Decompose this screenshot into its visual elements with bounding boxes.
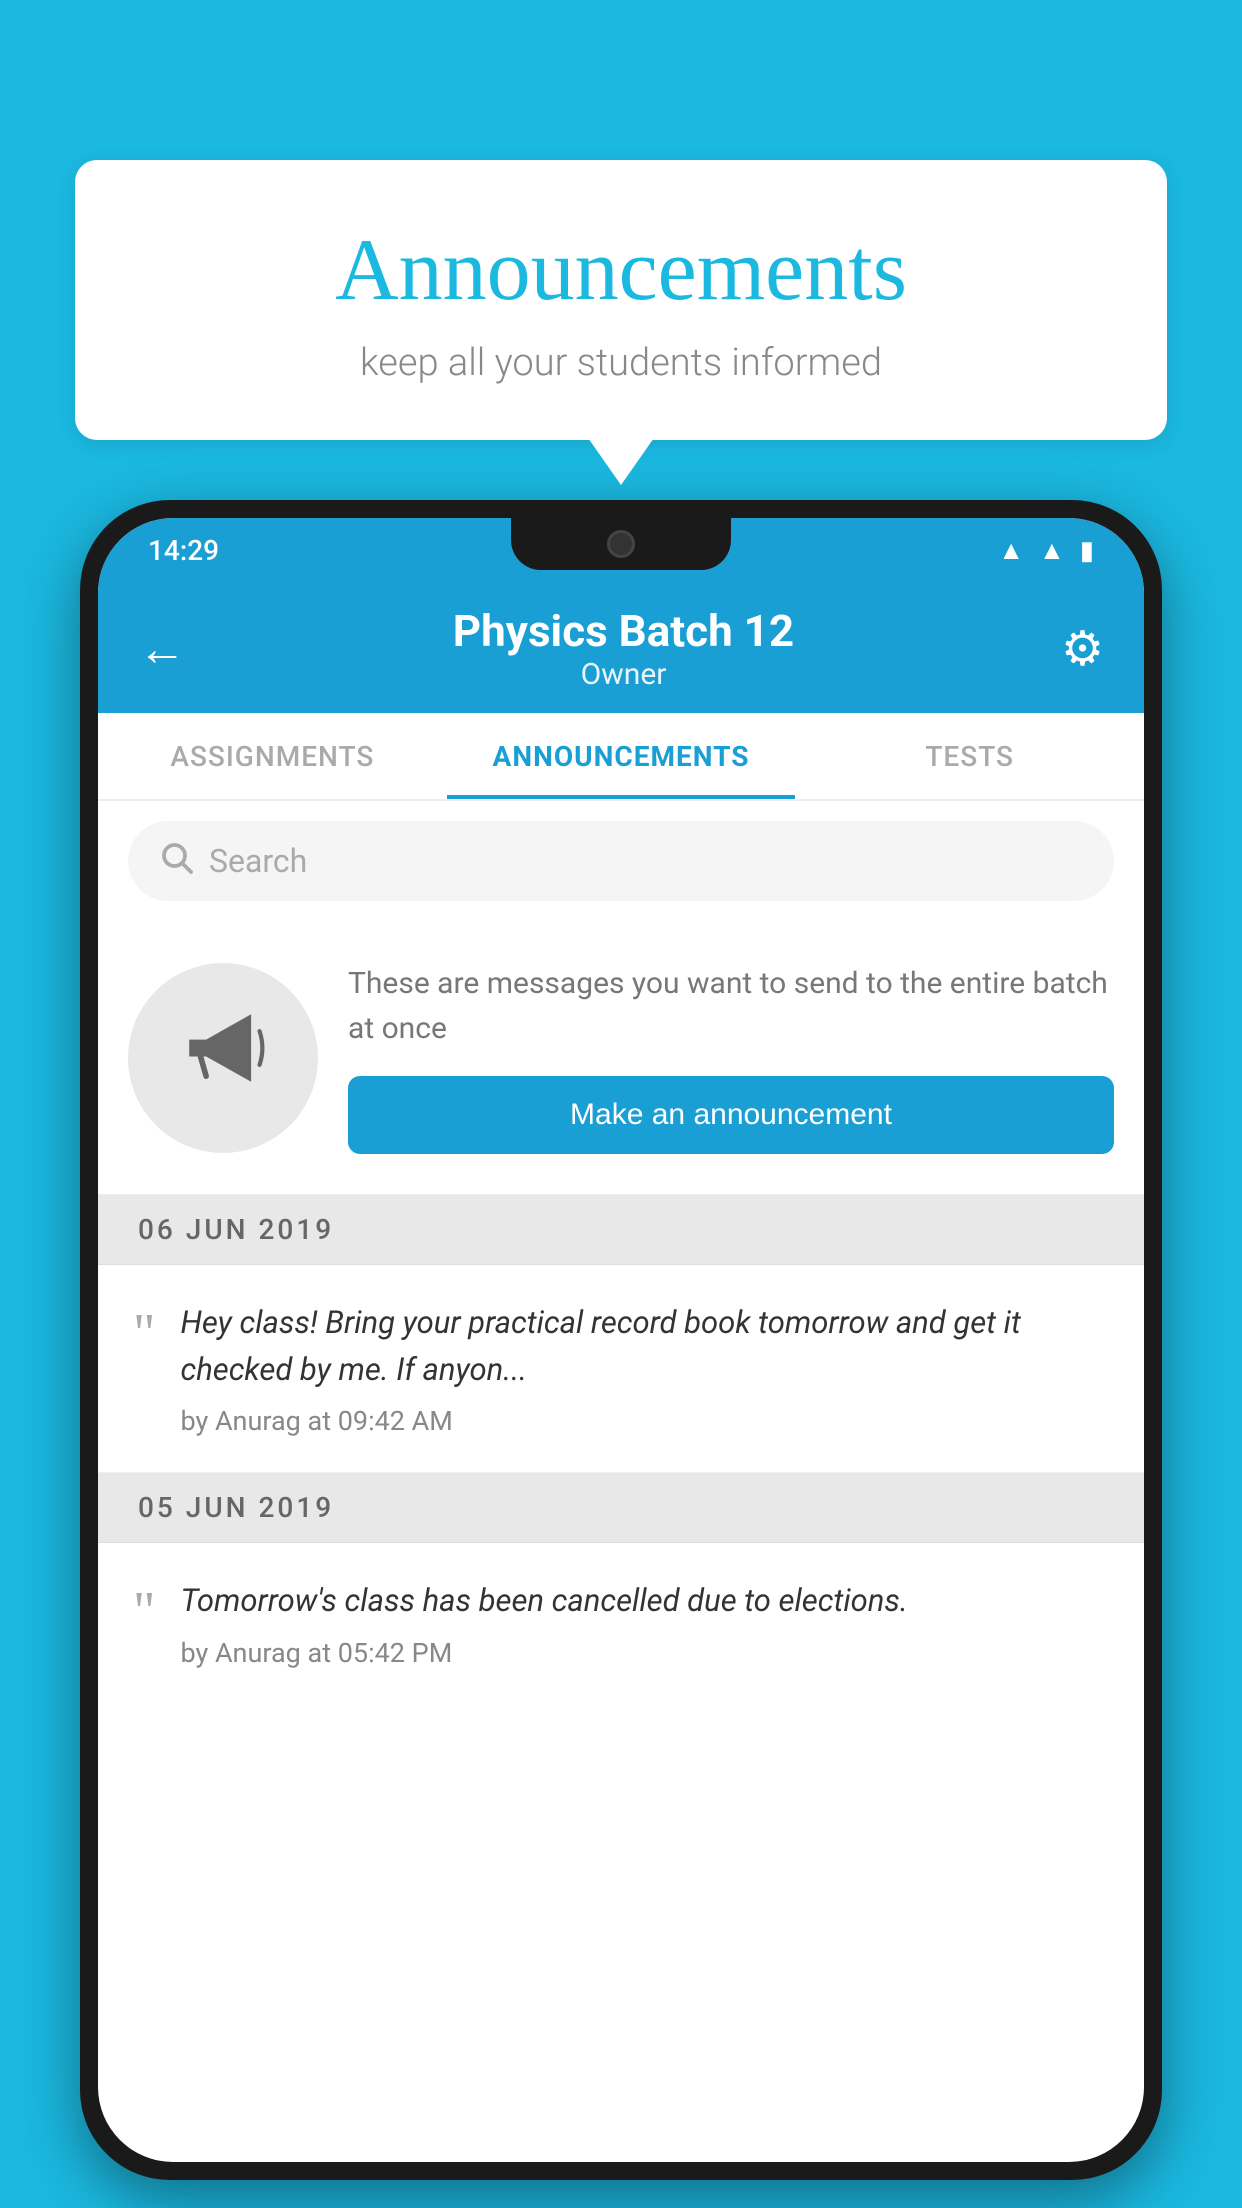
speech-bubble-container: Announcements keep all your students inf… — [75, 160, 1167, 440]
search-container: Search — [98, 801, 1144, 921]
header-subtitle: Owner — [186, 657, 1061, 692]
phone-camera — [607, 530, 635, 558]
phone-frame: 14:29 ▲ ▲ ▮ ← Physics Batch 12 Owner ⚙ — [80, 500, 1162, 2180]
tab-tests[interactable]: TESTS — [795, 713, 1144, 799]
status-icons: ▲ ▲ ▮ — [998, 535, 1094, 566]
announcement-item-2[interactable]: " Tomorrow's class has been cancelled du… — [98, 1543, 1144, 1704]
date-separator-1: 06 JUN 2019 — [98, 1195, 1144, 1265]
announcement-text-2: Tomorrow's class has been cancelled due … — [180, 1578, 1109, 1625]
quote-icon-1: " — [133, 1305, 155, 1360]
announcement-text-1: Hey class! Bring your practical record b… — [180, 1300, 1109, 1393]
header-title: Physics Batch 12 — [186, 605, 1061, 657]
search-placeholder: Search — [209, 842, 307, 880]
announcement-item-1[interactable]: " Hey class! Bring your practical record… — [98, 1265, 1144, 1473]
announcement-content-2: Tomorrow's class has been cancelled due … — [180, 1578, 1109, 1669]
app-header: ← Physics Batch 12 Owner ⚙ — [98, 583, 1144, 713]
back-button[interactable]: ← — [138, 620, 186, 677]
speech-bubble-subtitle: keep all your students informed — [125, 341, 1117, 385]
phone-notch — [511, 518, 731, 570]
announcement-icon-circle — [128, 963, 318, 1153]
quote-icon-2: " — [133, 1583, 155, 1638]
wifi-icon: ▲ — [998, 535, 1024, 566]
make-announcement-button[interactable]: Make an announcement — [348, 1076, 1114, 1154]
signal-icon: ▲ — [1039, 535, 1065, 566]
date-separator-2: 05 JUN 2019 — [98, 1473, 1144, 1543]
announcement-prompt: These are messages you want to send to t… — [98, 921, 1144, 1195]
tab-announcements[interactable]: ANNOUNCEMENTS — [447, 713, 796, 799]
tab-assignments[interactable]: ASSIGNMENTS — [98, 713, 447, 799]
speech-bubble: Announcements keep all your students inf… — [75, 160, 1167, 440]
announcement-meta-1: by Anurag at 09:42 AM — [180, 1405, 1109, 1437]
announcement-prompt-text: These are messages you want to send to t… — [348, 961, 1114, 1051]
announcement-meta-2: by Anurag at 05:42 PM — [180, 1637, 1109, 1669]
announcement-prompt-right: These are messages you want to send to t… — [348, 961, 1114, 1154]
phone-screen: 14:29 ▲ ▲ ▮ ← Physics Batch 12 Owner ⚙ — [98, 518, 1144, 2162]
search-icon — [158, 839, 194, 884]
battery-icon: ▮ — [1080, 536, 1094, 566]
tabs-bar: ASSIGNMENTS ANNOUNCEMENTS TESTS — [98, 713, 1144, 801]
search-bar[interactable]: Search — [128, 821, 1114, 901]
megaphone-icon — [178, 1003, 268, 1113]
status-time: 14:29 — [148, 534, 219, 567]
header-title-group: Physics Batch 12 Owner — [186, 605, 1061, 692]
settings-icon[interactable]: ⚙ — [1061, 620, 1104, 677]
speech-bubble-title: Announcements — [125, 220, 1117, 321]
phone-container: 14:29 ▲ ▲ ▮ ← Physics Batch 12 Owner ⚙ — [80, 500, 1162, 2208]
announcement-content-1: Hey class! Bring your practical record b… — [180, 1300, 1109, 1437]
